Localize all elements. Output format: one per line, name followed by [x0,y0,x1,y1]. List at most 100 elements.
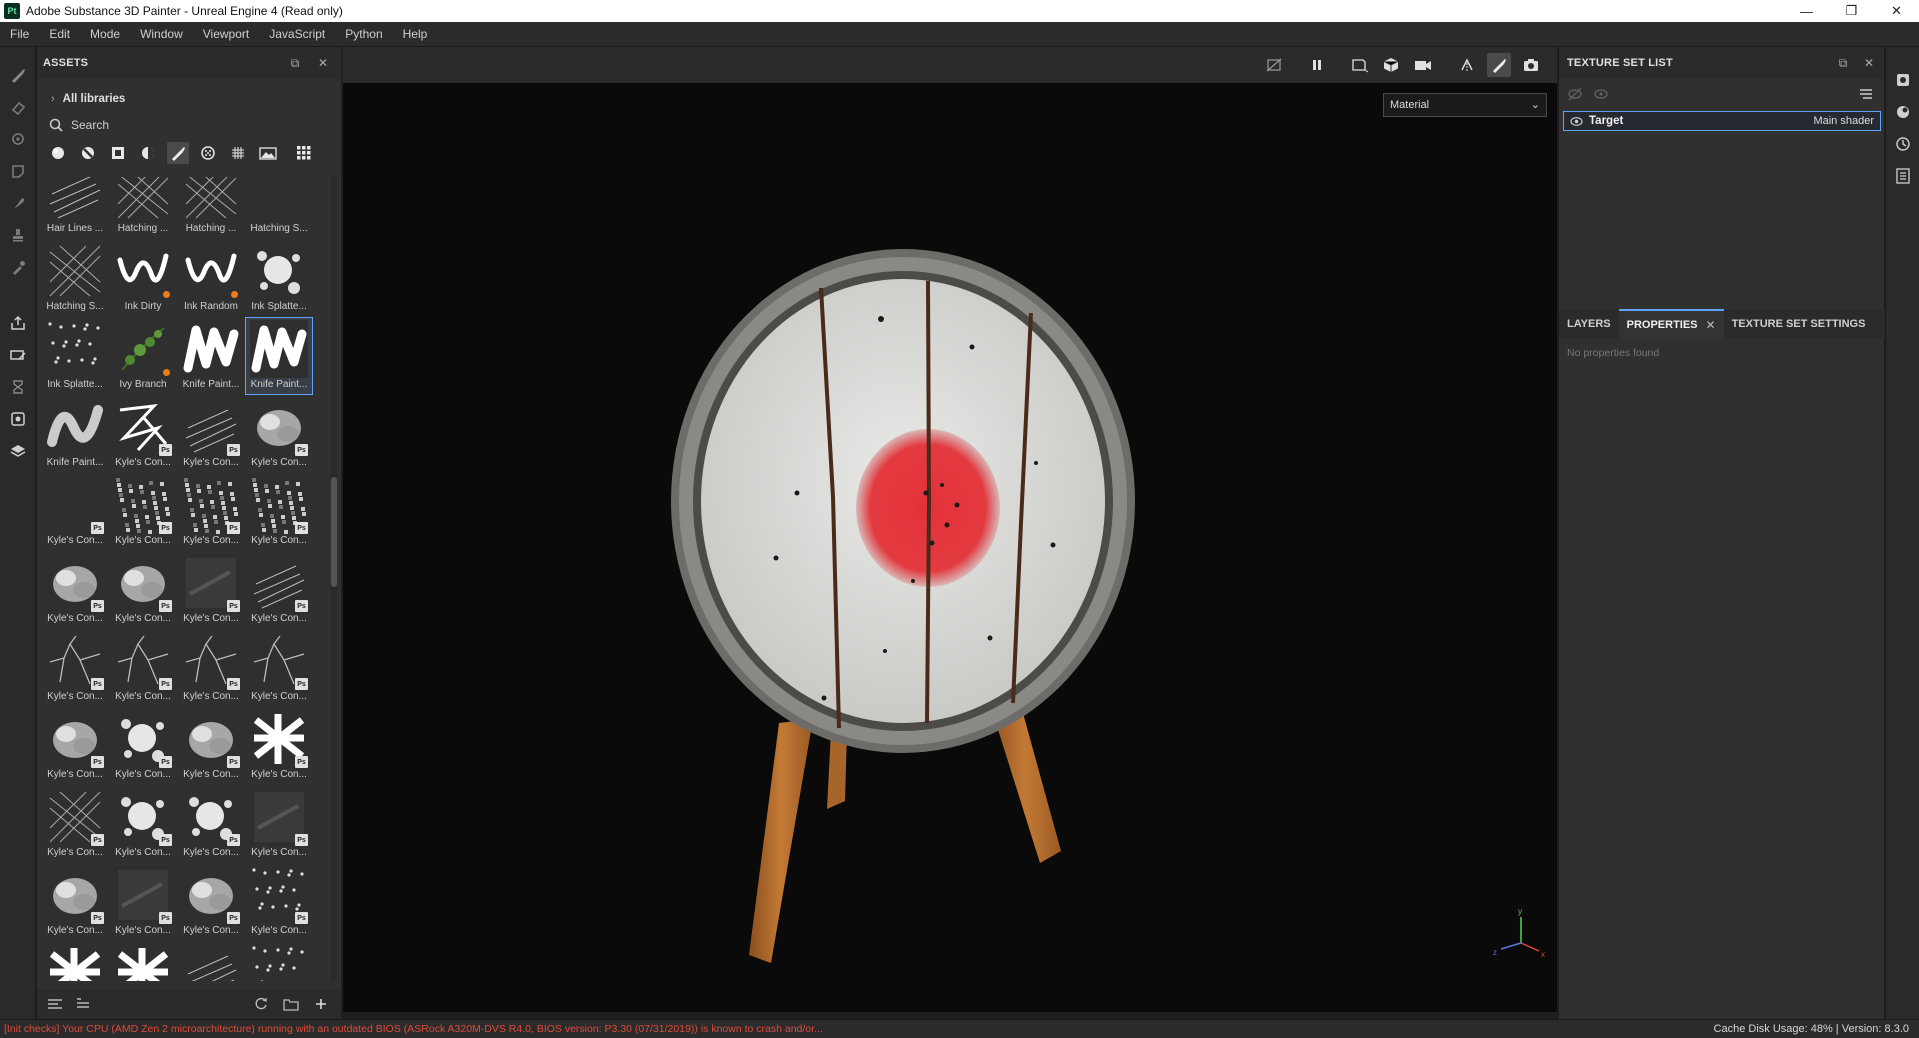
menu-file[interactable]: File [0,27,39,41]
paint-mode-icon[interactable] [6,343,30,367]
search-input[interactable] [71,118,311,132]
asset-thumbnail[interactable]: PsKyle's Con... [177,707,245,785]
menu-edit[interactable]: Edit [39,27,80,41]
menu-javascript[interactable]: JavaScript [259,27,335,41]
libraries-selector[interactable]: › All libraries [37,87,341,111]
assets-list-mode-icon[interactable] [73,994,93,1014]
brushes-filter-icon[interactable] [167,142,189,164]
asset-thumbnail[interactable]: PsKyle's Con... [109,707,177,785]
asset-thumbnail[interactable]: PsKyle's Con... [109,473,177,551]
asset-thumbnail[interactable]: Hatching ... [177,177,245,239]
close-icon[interactable]: ✕ [1706,318,1716,332]
tab-layers[interactable]: LAYERS [1559,309,1619,339]
menu-help[interactable]: Help [393,27,438,41]
asset-thumbnail[interactable]: PsKyle's Con... [177,941,245,981]
asset-thumbnail[interactable]: PsKyle's Con... [245,785,313,863]
viewport-2d-icon[interactable] [1348,53,1372,77]
asset-thumbnail[interactable]: PsKyle's Con... [245,551,313,629]
asset-thumbnail[interactable]: PsKyle's Con... [41,785,109,863]
bake-icon[interactable] [6,311,30,335]
menu-python[interactable]: Python [335,27,392,41]
color-picker-icon[interactable] [6,255,30,279]
asset-thumbnail[interactable]: PsKyle's Con... [109,551,177,629]
screenshot-icon[interactable] [1519,53,1543,77]
asset-thumbnail[interactable]: PsKyle's Con... [245,629,313,707]
asset-thumbnail[interactable]: PsKyle's Con... [177,863,245,941]
texture-set-row[interactable]: Target Main shader [1563,111,1881,131]
smart-materials-filter-icon[interactable] [77,142,99,164]
asset-thumbnail[interactable]: PsKyle's Con... [109,629,177,707]
asset-thumbnail[interactable]: PsKyle's Con... [41,473,109,551]
asset-thumbnail[interactable]: PsKyle's Con... [41,551,109,629]
asset-thumbnail[interactable]: PsKyle's Con... [177,395,245,473]
asset-thumbnail[interactable]: Ink Splatte... [41,317,109,395]
asset-thumbnail[interactable]: Hatching S... [41,239,109,317]
asset-thumbnail[interactable]: Knife Paint... [245,317,313,395]
asset-thumbnail[interactable]: PsKyle's Con... [177,473,245,551]
paint-brush-icon[interactable] [6,63,30,87]
asset-thumbnail[interactable]: PsKyle's Con... [177,629,245,707]
close-icon[interactable]: ✕ [1861,55,1877,71]
hide-all-icon[interactable] [1567,87,1583,104]
viewport[interactable]: Material ⌄ y x z [343,47,1557,1012]
eye-icon[interactable] [1570,116,1583,127]
asset-thumbnail[interactable]: PsKyle's Con... [109,395,177,473]
display-settings-icon[interactable] [1892,69,1914,91]
shader-name[interactable]: Main shader [1813,115,1874,127]
smart-masks-filter-icon[interactable] [137,142,159,164]
undock-icon[interactable]: ⧉ [1835,55,1851,71]
texture-set-settings-icon[interactable] [1859,87,1873,104]
geometry-mask-icon[interactable] [6,159,30,183]
shader-settings-icon[interactable] [1892,101,1914,123]
show-all-icon[interactable] [1593,87,1609,104]
brush-icon[interactable] [1487,53,1511,77]
asset-thumbnail[interactable]: PsKyle's Con... [245,707,313,785]
folder-icon[interactable] [281,994,301,1014]
menu-viewport[interactable]: Viewport [193,27,259,41]
smudge-icon[interactable] [6,191,30,215]
asset-thumbnail[interactable]: PsKyle's Con... [245,395,313,473]
tab-properties[interactable]: PROPERTIES ✕ [1618,309,1724,339]
close-icon[interactable]: ✕ [315,55,331,71]
asset-thumbnail[interactable]: Knife Paint... [41,395,109,473]
materials-filter-icon[interactable] [47,142,69,164]
clone-stamp-icon[interactable] [6,223,30,247]
tab-texture-set-settings[interactable]: TEXTURE SET SETTINGS [1724,309,1874,339]
asset-thumbnail[interactable]: Ink Splatte... [245,239,313,317]
asset-thumbnail[interactable]: PsKyle's Con... [41,707,109,785]
asset-thumbnail[interactable]: Hatching ... [109,177,177,239]
particles-filter-icon[interactable] [197,142,219,164]
viewport-3d-icon[interactable] [1379,53,1403,77]
scrollbar-thumb[interactable] [331,477,337,587]
environments-filter-icon[interactable] [257,142,279,164]
asset-thumbnail[interactable]: PsKyle's Con... [109,785,177,863]
grid-view-icon[interactable] [293,142,315,164]
asset-thumbnail[interactable]: PsKyle's Con... [109,941,177,981]
masks-filter-icon[interactable] [107,142,129,164]
texture-set-icon[interactable] [6,375,30,399]
asset-thumbnail[interactable]: PsKyle's Con... [177,551,245,629]
eraser-icon[interactable] [6,95,30,119]
asset-thumbnail[interactable]: PsKyle's Con... [109,863,177,941]
asset-thumbnail[interactable]: Ink Dirty [109,239,177,317]
textures-filter-icon[interactable] [227,142,249,164]
pause-icon[interactable] [1305,53,1329,77]
assets-filter-settings-icon[interactable] [45,994,65,1014]
maximize-button[interactable]: ❐ [1829,0,1874,22]
asset-thumbnail[interactable]: PsKyle's Con... [245,941,313,981]
asset-thumbnail[interactable]: PsKyle's Con... [245,473,313,551]
status-message[interactable]: [Init checks] Your CPU (AMD Zen 2 microa… [0,1023,1400,1035]
asset-thumbnail[interactable]: Ink Random [177,239,245,317]
asset-thumbnail[interactable]: Hair Lines ... [41,177,109,239]
hide-ui-icon[interactable] [1262,53,1286,77]
camera-icon[interactable] [1411,53,1435,77]
asset-thumbnail[interactable]: Hatching S... [245,177,313,239]
symmetry-icon[interactable] [1455,53,1479,77]
menu-mode[interactable]: Mode [80,27,130,41]
refresh-icon[interactable] [251,994,271,1014]
projection-icon[interactable] [6,127,30,151]
asset-thumbnail[interactable]: PsKyle's Con... [41,863,109,941]
asset-thumbnail[interactable]: Ivy Branch [109,317,177,395]
assets-scrollbar[interactable] [331,177,337,981]
asset-thumbnail[interactable]: PsKyle's Con... [245,863,313,941]
